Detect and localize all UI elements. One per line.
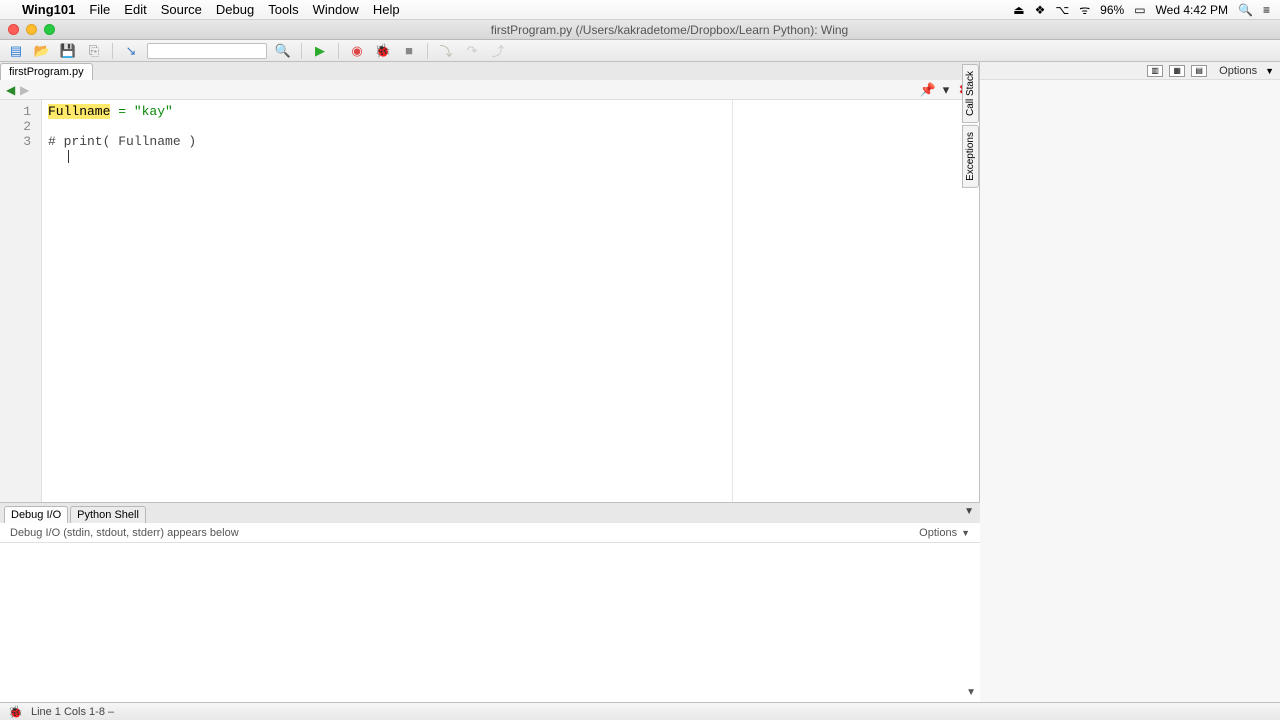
status-bar: 🐞 Line 1 Cols 1-8 – [0, 702, 1280, 720]
menu-file[interactable]: File [89, 2, 110, 17]
battery-percent: 96% [1100, 3, 1124, 17]
debug-desc: Debug I/O (stdin, stdout, stderr) appear… [10, 527, 239, 539]
chevron-down-icon[interactable]: ▼ [1265, 66, 1274, 76]
layout-icon-2[interactable]: ▦ [1169, 65, 1185, 77]
side-pane: Call Stack Exceptions ▥ ▦ ▤ Options ▼ [980, 62, 1280, 712]
step-into-icon[interactable]: ⤵ [436, 42, 456, 60]
menu-debug[interactable]: Debug [216, 2, 254, 17]
save-icon[interactable]: 💾 [58, 42, 78, 60]
tab-debug-io[interactable]: Debug I/O [4, 506, 68, 523]
code-line-1[interactable]: Fullname = "kay" [48, 104, 973, 119]
stop-icon[interactable]: ■ [399, 42, 419, 60]
open-file-icon[interactable]: 📂 [32, 42, 52, 60]
debug-panel: Debug I/O Python Shell ▼ Debug I/O (stdi… [0, 502, 980, 702]
code-line-3[interactable]: # print( Fullname ) [48, 134, 973, 149]
bluetooth-icon[interactable]: ⌥ [1055, 3, 1069, 17]
nav-back-icon[interactable]: ◀ [6, 83, 20, 97]
debug-output-area[interactable] [0, 543, 980, 702]
save-all-icon[interactable]: ⎘ [84, 42, 104, 60]
mac-menubar: Wing101 File Edit Source Debug Tools Win… [0, 0, 1280, 20]
panel-dropdown-icon[interactable]: ▼ [964, 506, 974, 517]
editor-header: ◀ ▶ 📌 ▾ ✖ [0, 80, 979, 100]
main-toolbar: ▤ 📂 💾 ⎘ ↘ 🔍 ▶ ◉ 🐞 ■ ⤵ ↷ ⤴ [0, 40, 1280, 62]
spotlight-icon[interactable]: 🔍 [1238, 3, 1253, 17]
file-tabs: firstProgram.py [0, 62, 979, 80]
code-line-2[interactable] [48, 119, 973, 134]
menu-window[interactable]: Window [313, 2, 359, 17]
debug-options[interactable]: Options [919, 527, 957, 539]
share-icon[interactable]: ⏏ [1013, 3, 1024, 17]
dropdown-icon[interactable]: ▾ [937, 82, 955, 98]
vtab-exceptions[interactable]: Exceptions [962, 125, 979, 188]
zoom-window-button[interactable] [44, 24, 55, 35]
chevron-down-icon[interactable]: ▼ [961, 528, 970, 538]
status-text: Line 1 Cols 1-8 – [31, 706, 114, 718]
search-icon[interactable]: 🔍 [273, 42, 293, 60]
clock: Wed 4:42 PM [1156, 3, 1228, 17]
goto-icon[interactable]: ↘ [121, 42, 141, 60]
status-bug-icon[interactable]: 🐞 [8, 705, 23, 719]
debug-stop-point-icon[interactable]: ◉ [347, 42, 367, 60]
text-cursor [68, 150, 69, 163]
menu-edit[interactable]: Edit [124, 2, 146, 17]
line-number: 3 [4, 134, 31, 149]
layout-icon-3[interactable]: ▤ [1191, 65, 1207, 77]
wifi-icon[interactable]: ᯤ [1079, 1, 1090, 18]
search-input[interactable] [147, 43, 267, 59]
line-number: 1 [4, 104, 31, 119]
nav-forward-icon[interactable]: ▶ [20, 83, 34, 97]
debug-bug-icon[interactable]: 🐞 [373, 42, 393, 60]
menu-source[interactable]: Source [161, 2, 202, 17]
battery-icon: ▭ [1134, 3, 1145, 17]
window-titlebar: firstProgram.py (/Users/kakradetome/Drop… [0, 20, 1280, 40]
app-name[interactable]: Wing101 [22, 2, 75, 17]
window-title: firstProgram.py (/Users/kakradetome/Drop… [67, 23, 1272, 37]
step-out-icon[interactable]: ⤴ [488, 42, 508, 60]
close-window-button[interactable] [8, 24, 19, 35]
side-options[interactable]: Options [1219, 65, 1257, 77]
code-line-4[interactable] [48, 149, 973, 164]
scroll-indicator-icon: ▼ [966, 687, 976, 698]
vtab-call-stack[interactable]: Call Stack [962, 64, 979, 123]
menu-help[interactable]: Help [373, 2, 400, 17]
layout-icon-1[interactable]: ▥ [1147, 65, 1163, 77]
new-file-icon[interactable]: ▤ [6, 42, 26, 60]
line-number: 2 [4, 119, 31, 134]
dropbox-icon[interactable]: ❖ [1035, 3, 1046, 17]
menu-tools[interactable]: Tools [268, 2, 298, 17]
minimize-window-button[interactable] [26, 24, 37, 35]
tab-python-shell[interactable]: Python Shell [70, 506, 146, 523]
file-tab-firstprogram[interactable]: firstProgram.py [0, 63, 93, 80]
step-over-icon[interactable]: ↷ [462, 42, 482, 60]
pin-icon[interactable]: 📌 [919, 82, 937, 98]
menu-icon[interactable]: ≡ [1263, 3, 1270, 17]
run-icon[interactable]: ▶ [310, 42, 330, 60]
